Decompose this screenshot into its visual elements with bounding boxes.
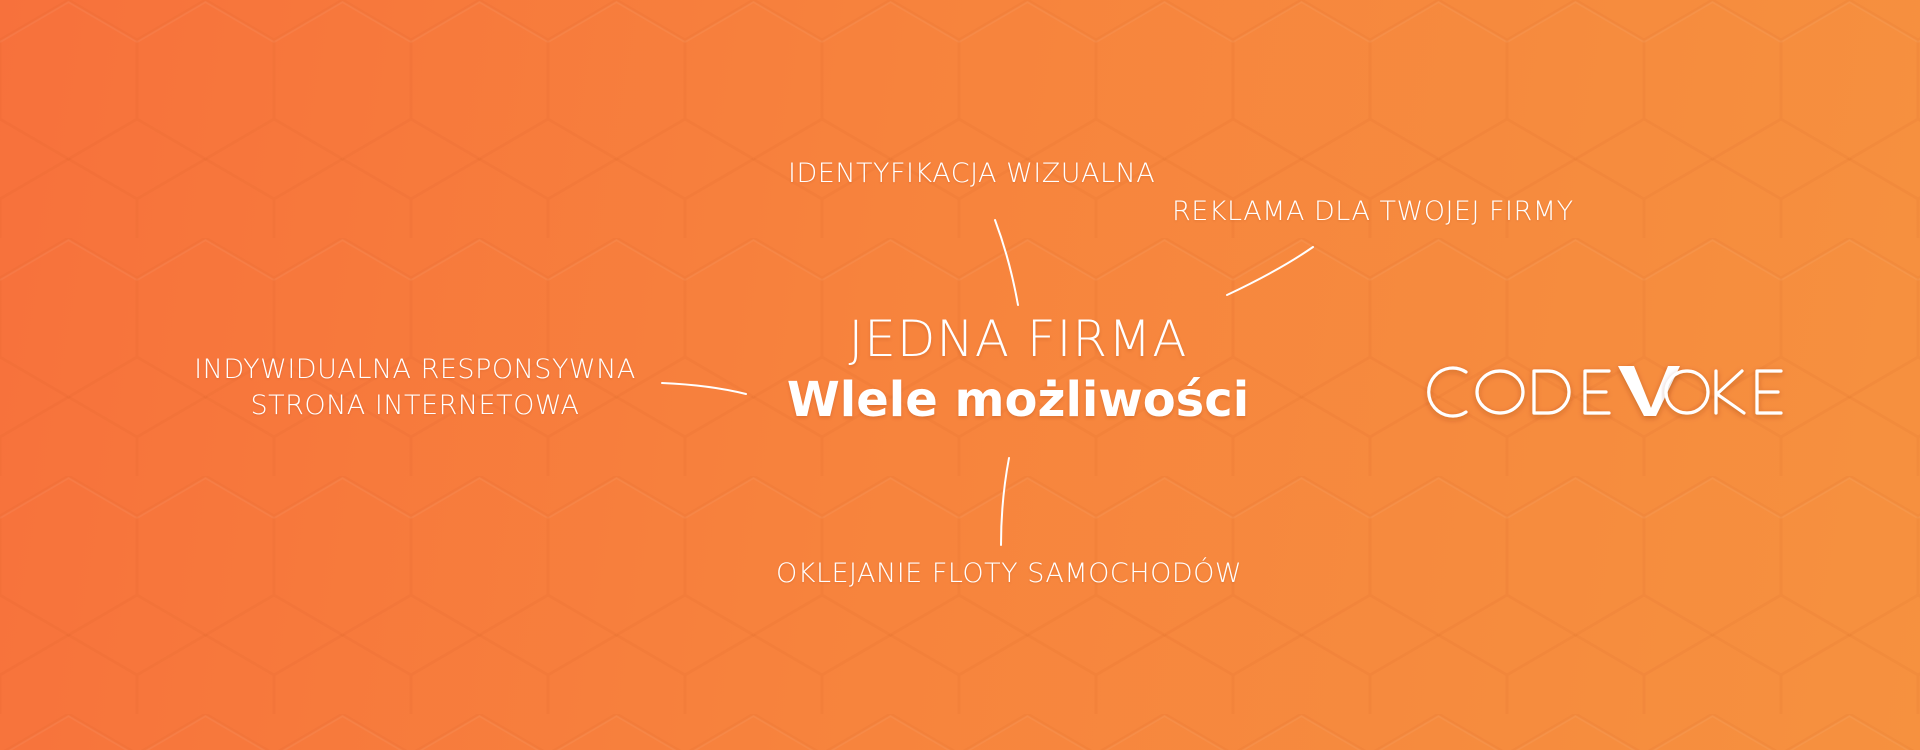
service-label-reklama: REKLAMA DLA TWOJEJ FIRMY bbox=[1172, 196, 1574, 227]
service-label-identyfikacja-wizualna: IDENTYFIKACJA WIZUALNA bbox=[788, 158, 1156, 189]
service-label-strona-line1: INDYWIDUALNA RESPONSYWNA bbox=[194, 354, 636, 385]
headline-line2: Wlele możliwości bbox=[786, 372, 1250, 428]
headline-line1: JEDNA FIRMA bbox=[848, 310, 1188, 368]
codevoke-logo bbox=[1427, 366, 1783, 418]
service-label-strona-internetowa: INDYWIDUALNA RESPONSYWNA STRONA INTERNET… bbox=[180, 352, 650, 424]
headline: JEDNA FIRMA Wlele możliwości bbox=[718, 308, 1318, 430]
hero-banner: IDENTYFIKACJA WIZUALNA REKLAMA DLA TWOJE… bbox=[0, 0, 1920, 750]
service-label-oklejanie-floty: OKLEJANIE FLOTY SAMOCHODÓW bbox=[776, 558, 1243, 589]
service-label-strona-line2: STRONA INTERNETOWA bbox=[250, 390, 580, 421]
